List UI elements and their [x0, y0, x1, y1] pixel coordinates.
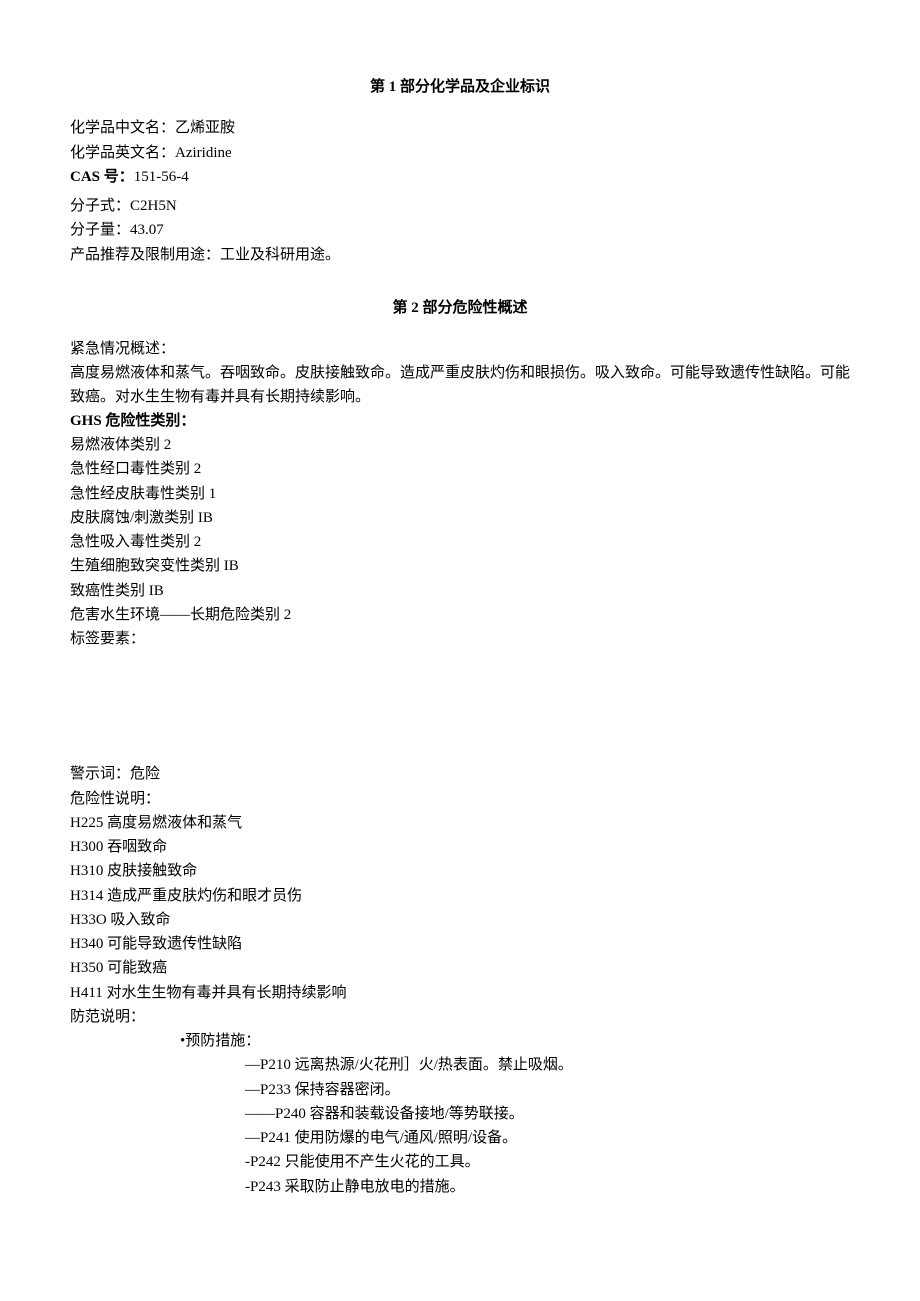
signal-line: 警示词：危险 [70, 763, 850, 786]
prevention-item: -P242 只能使用不产生火花的工具。 [70, 1151, 850, 1174]
signal-value: 危险 [130, 766, 160, 782]
use-label: 产品推荐及限制用途： [70, 247, 220, 263]
hazard-item: H225 高度易燃液体和蒸气 [70, 812, 850, 835]
hazard-item: H314 造成严重皮肤灼伤和眼才员伤 [70, 885, 850, 908]
ghs-item: 致癌性类别 IB [70, 580, 850, 603]
ghs-item: 皮肤腐蚀/刺激类别 IB [70, 507, 850, 530]
hazard-statement-label: 危险性说明： [70, 788, 850, 811]
label-elements: 标签要素： [70, 628, 850, 651]
mw-label: 分子量： [70, 222, 130, 238]
cas-label: CAS 号： [70, 169, 134, 185]
use-value: 工业及科研用途。 [220, 247, 340, 263]
chinese-name-line: 化学品中文名：乙烯亚胺 [70, 117, 850, 140]
ghs-item: 危害水生环境——长期危险类别 2 [70, 604, 850, 627]
pictogram-placeholder [70, 652, 850, 762]
hazard-item: H350 可能致癌 [70, 957, 850, 980]
use-line: 产品推荐及限制用途：工业及科研用途。 [70, 244, 850, 267]
mw-line: 分子量：43.07 [70, 219, 850, 242]
ghs-item: 急性经口毒性类别 2 [70, 458, 850, 481]
hazard-item: H310 皮肤接触致命 [70, 860, 850, 883]
hazard-item: H33O 吸入致命 [70, 909, 850, 932]
emergency-label: 紧急情况概述： [70, 338, 850, 361]
ghs-label-text: GHS 危险性类别： [70, 413, 195, 429]
ghs-item: 急性经皮肤毒性类别 1 [70, 483, 850, 506]
cas-value: 151-56-4 [134, 169, 189, 185]
chinese-name-label: 化学品中文名： [70, 120, 175, 136]
ghs-item: 易燃液体类别 2 [70, 434, 850, 457]
emergency-text: 高度易燃液体和蒸气。吞咽致命。皮肤接触致命。造成严重皮肤灼伤和眼损伤。吸入致命。… [70, 362, 850, 409]
ghs-item: 生殖细胞致突变性类别 IB [70, 555, 850, 578]
section2-title: 第 2 部分危险性概述 [70, 297, 850, 320]
prevention-item: -P243 采取防止静电放电的措施。 [70, 1176, 850, 1199]
prevention-label: 防范说明： [70, 1006, 850, 1029]
section1-title: 第 1 部分化学品及企业标识 [70, 76, 850, 99]
prevention-item: ——P240 容器和装载设备接地/等势联接。 [70, 1103, 850, 1126]
hazard-item: H411 对水生生物有毒并具有长期持续影响 [70, 982, 850, 1005]
english-name-label: 化学品英文名： [70, 145, 175, 161]
prevention-subheading: •预防措施： [70, 1030, 850, 1053]
ghs-item: 急性吸入毒性类别 2 [70, 531, 850, 554]
mw-value: 43.07 [130, 222, 164, 238]
ghs-label: GHS 危险性类别： [70, 410, 850, 433]
signal-label: 警示词： [70, 766, 130, 782]
hazard-item: H300 吞咽致命 [70, 836, 850, 859]
prevention-item: —P210 远离热源/火花刑］火/热表面。禁止吸烟。 [70, 1054, 850, 1077]
english-name-line: 化学品英文名：Aziridine [70, 142, 850, 165]
cas-line: CAS 号：151-56-4 [70, 166, 850, 189]
hazard-item: H340 可能导致遗传性缺陷 [70, 933, 850, 956]
english-name-value: Aziridine [175, 145, 232, 161]
chinese-name-value: 乙烯亚胺 [175, 120, 235, 136]
prevention-item: —P233 保持容器密闭。 [70, 1079, 850, 1102]
formula-label: 分子式： [70, 198, 130, 214]
formula-value: C2H5N [130, 198, 177, 214]
formula-line: 分子式：C2H5N [70, 195, 850, 218]
prevention-item: —P241 使用防爆的电气/通风/照明/设备。 [70, 1127, 850, 1150]
